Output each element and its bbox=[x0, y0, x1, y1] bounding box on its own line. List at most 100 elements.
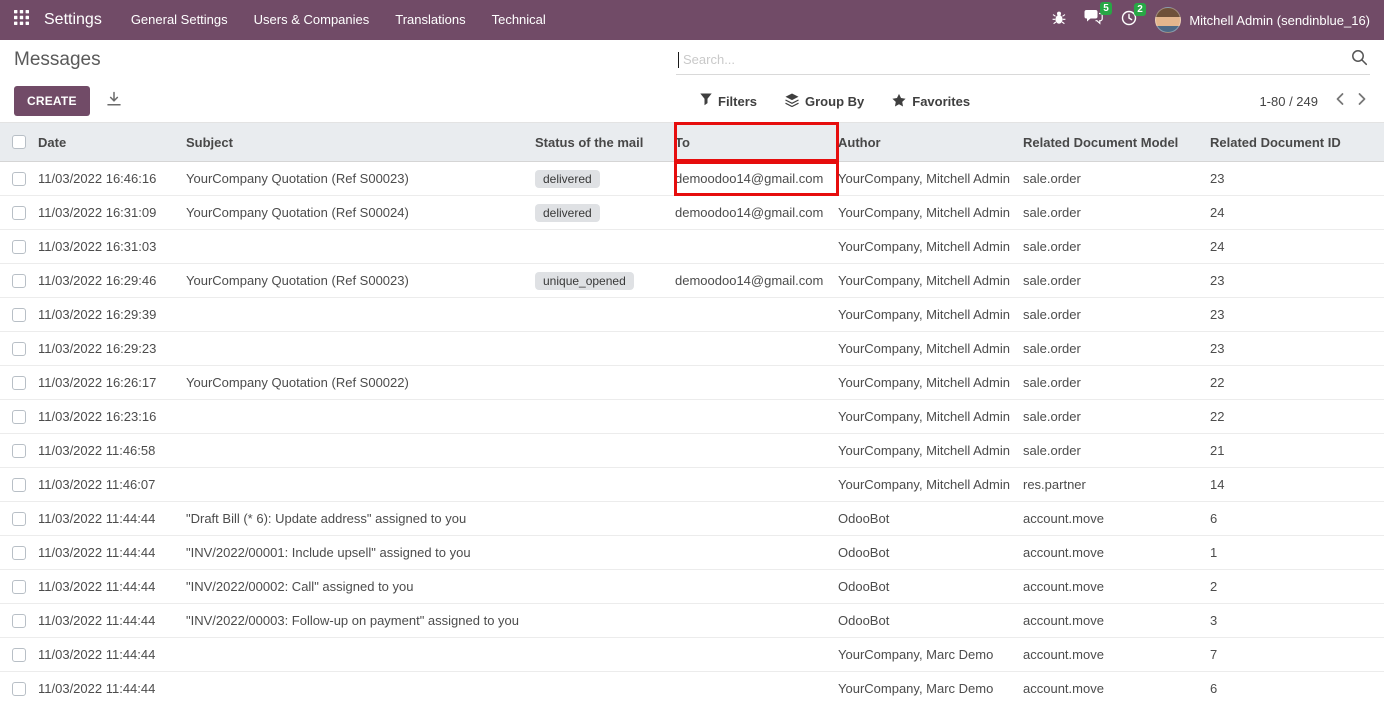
row-checkbox[interactable] bbox=[12, 410, 26, 424]
search-icon[interactable] bbox=[1351, 49, 1368, 71]
cell-doc-id: 22 bbox=[1210, 400, 1384, 433]
cell-date: 11/03/2022 16:23:16 bbox=[38, 400, 186, 433]
row-checkbox[interactable] bbox=[12, 240, 26, 254]
row-checkbox[interactable] bbox=[12, 648, 26, 662]
pager-previous-button[interactable] bbox=[1332, 90, 1348, 113]
table-row[interactable]: 11/03/2022 11:44:44 YourCompany, Marc De… bbox=[0, 672, 1384, 704]
table-row[interactable]: 11/03/2022 11:44:44 "Draft Bill (* 6): U… bbox=[0, 502, 1384, 536]
user-menu[interactable]: Mitchell Admin (sendinblue_16) bbox=[1155, 7, 1370, 33]
search-input[interactable] bbox=[679, 52, 1351, 67]
cell-doc-id: 6 bbox=[1210, 672, 1384, 704]
menu-users-companies[interactable]: Users & Companies bbox=[241, 0, 383, 40]
column-header-author[interactable]: Author bbox=[838, 123, 1023, 161]
cell-model: sale.order bbox=[1023, 366, 1210, 399]
cell-subject bbox=[186, 230, 535, 263]
cell-status bbox=[535, 638, 675, 671]
status-badge: unique_opened bbox=[535, 272, 634, 290]
row-checkbox-cell bbox=[0, 230, 38, 263]
cell-doc-id: 21 bbox=[1210, 434, 1384, 467]
cell-to bbox=[675, 468, 838, 501]
row-checkbox[interactable] bbox=[12, 172, 26, 186]
table-row[interactable]: 11/03/2022 16:29:39 YourCompany, Mitchel… bbox=[0, 298, 1384, 332]
table-row[interactable]: 11/03/2022 11:44:44 "INV/2022/00002: Cal… bbox=[0, 570, 1384, 604]
menu-translations[interactable]: Translations bbox=[382, 0, 478, 40]
cell-to bbox=[675, 604, 838, 637]
table-row[interactable]: 11/03/2022 11:44:44 "INV/2022/00003: Fol… bbox=[0, 604, 1384, 638]
table-row[interactable]: 11/03/2022 16:29:23 YourCompany, Mitchel… bbox=[0, 332, 1384, 366]
favorites-button[interactable]: Favorites bbox=[892, 93, 970, 110]
row-checkbox-cell bbox=[0, 502, 38, 535]
cell-doc-id: 22 bbox=[1210, 366, 1384, 399]
apps-menu-button[interactable] bbox=[0, 0, 42, 40]
table-row[interactable]: 11/03/2022 11:46:58 YourCompany, Mitchel… bbox=[0, 434, 1384, 468]
table-row[interactable]: 11/03/2022 16:26:17 YourCompany Quotatio… bbox=[0, 366, 1384, 400]
cell-model: account.move bbox=[1023, 536, 1210, 569]
row-checkbox[interactable] bbox=[12, 614, 26, 628]
search-bar[interactable] bbox=[676, 45, 1370, 75]
row-checkbox-cell bbox=[0, 162, 38, 195]
cell-model: sale.order bbox=[1023, 162, 1210, 195]
cell-subject: YourCompany Quotation (Ref S00023) bbox=[186, 264, 535, 297]
row-checkbox[interactable] bbox=[12, 342, 26, 356]
current-app-name[interactable]: Settings bbox=[42, 11, 118, 29]
cell-doc-id: 23 bbox=[1210, 162, 1384, 195]
create-button[interactable]: CREATE bbox=[14, 86, 90, 116]
table-row[interactable]: 11/03/2022 16:31:09 YourCompany Quotatio… bbox=[0, 196, 1384, 230]
column-header-to[interactable]: To bbox=[675, 123, 838, 161]
activities-tray-button[interactable]: 2 bbox=[1121, 10, 1137, 31]
cell-status bbox=[535, 536, 675, 569]
row-checkbox[interactable] bbox=[12, 206, 26, 220]
pager-range[interactable]: 1-80 / 249 bbox=[1259, 94, 1318, 109]
cell-model: res.partner bbox=[1023, 468, 1210, 501]
menu-general-settings[interactable]: General Settings bbox=[118, 0, 241, 40]
cell-model: account.move bbox=[1023, 502, 1210, 535]
row-checkbox[interactable] bbox=[12, 580, 26, 594]
pager-next-button[interactable] bbox=[1354, 90, 1370, 113]
row-checkbox[interactable] bbox=[12, 478, 26, 492]
column-header-date[interactable]: Date bbox=[38, 123, 186, 161]
cell-date: 11/03/2022 16:46:16 bbox=[38, 162, 186, 195]
cell-doc-id: 14 bbox=[1210, 468, 1384, 501]
row-checkbox[interactable] bbox=[12, 682, 26, 696]
column-header-status[interactable]: Status of the mail bbox=[535, 123, 675, 161]
messages-tray-button[interactable]: 5 bbox=[1084, 9, 1103, 31]
cell-to bbox=[675, 230, 838, 263]
column-header-subject[interactable]: Subject bbox=[186, 123, 535, 161]
apps-grid-icon bbox=[14, 10, 29, 30]
cell-subject: "INV/2022/00001: Include upsell" assigne… bbox=[186, 536, 535, 569]
filters-button[interactable]: Filters bbox=[700, 93, 757, 109]
row-checkbox[interactable] bbox=[12, 512, 26, 526]
cell-subject bbox=[186, 332, 535, 365]
table-row[interactable]: 11/03/2022 16:46:16 YourCompany Quotatio… bbox=[0, 162, 1384, 196]
row-checkbox[interactable] bbox=[12, 444, 26, 458]
table-row[interactable]: 11/03/2022 11:44:44 "INV/2022/00001: Inc… bbox=[0, 536, 1384, 570]
systray: 5 2 Mitchell Admin (sendinblue_16) bbox=[1052, 7, 1384, 33]
app-menu: General Settings Users & Companies Trans… bbox=[118, 0, 559, 40]
table-row[interactable]: 11/03/2022 11:46:07 YourCompany, Mitchel… bbox=[0, 468, 1384, 502]
menu-technical[interactable]: Technical bbox=[479, 0, 559, 40]
cell-model: account.move bbox=[1023, 570, 1210, 603]
table-row[interactable]: 11/03/2022 16:23:16 YourCompany, Mitchel… bbox=[0, 400, 1384, 434]
table-row[interactable]: 11/03/2022 16:29:46 YourCompany Quotatio… bbox=[0, 264, 1384, 298]
cell-date: 11/03/2022 16:31:09 bbox=[38, 196, 186, 229]
cell-subject: YourCompany Quotation (Ref S00024) bbox=[186, 196, 535, 229]
row-checkbox[interactable] bbox=[12, 274, 26, 288]
table-row[interactable]: 11/03/2022 11:44:44 YourCompany, Marc De… bbox=[0, 638, 1384, 672]
column-header-model[interactable]: Related Document Model bbox=[1023, 123, 1210, 161]
debug-menu-button[interactable] bbox=[1052, 10, 1066, 30]
column-header-doc-id[interactable]: Related Document ID bbox=[1210, 123, 1384, 161]
cell-doc-id: 24 bbox=[1210, 230, 1384, 263]
row-checkbox[interactable] bbox=[12, 376, 26, 390]
cell-subject: "Draft Bill (* 6): Update address" assig… bbox=[186, 502, 535, 535]
cell-doc-id: 2 bbox=[1210, 570, 1384, 603]
group-by-button[interactable]: Group By bbox=[785, 93, 864, 110]
cell-status bbox=[535, 672, 675, 704]
table-row[interactable]: 11/03/2022 16:31:03 YourCompany, Mitchel… bbox=[0, 230, 1384, 264]
select-all-checkbox[interactable] bbox=[12, 135, 26, 149]
row-checkbox[interactable] bbox=[12, 546, 26, 560]
row-checkbox-cell bbox=[0, 468, 38, 501]
cell-author: YourCompany, Mitchell Admin bbox=[838, 230, 1023, 263]
chevron-left-icon bbox=[1334, 92, 1346, 111]
export-button[interactable] bbox=[106, 91, 122, 112]
row-checkbox[interactable] bbox=[12, 308, 26, 322]
